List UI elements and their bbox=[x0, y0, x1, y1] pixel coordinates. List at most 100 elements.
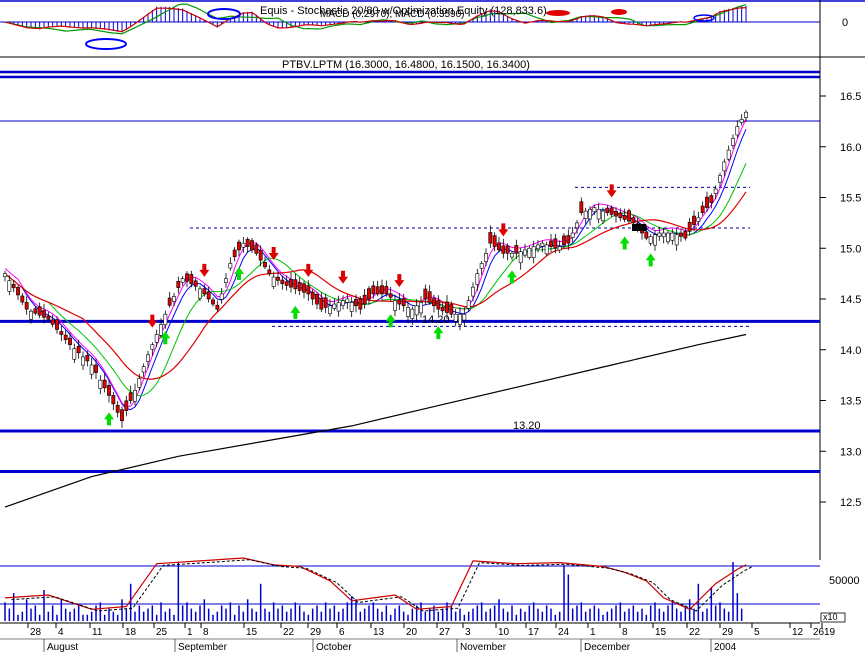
candle-body bbox=[449, 304, 454, 315]
candle-body bbox=[466, 300, 471, 309]
x-tick-label: 18 bbox=[125, 627, 137, 638]
candle-body bbox=[679, 232, 683, 237]
candle-body bbox=[124, 400, 129, 411]
candle-body bbox=[154, 334, 159, 343]
candle-body bbox=[618, 212, 623, 219]
candle-body bbox=[544, 244, 549, 255]
candle-body bbox=[700, 205, 705, 214]
x-tick-label: 28 bbox=[30, 627, 42, 638]
candle-body bbox=[458, 313, 462, 325]
candle-body bbox=[523, 249, 527, 256]
candle-body bbox=[232, 249, 237, 258]
candle-body bbox=[163, 313, 168, 326]
candle-body bbox=[189, 274, 194, 285]
candle-body bbox=[592, 207, 597, 213]
candle-body bbox=[622, 215, 627, 220]
candle-body bbox=[410, 308, 415, 319]
candle-body bbox=[718, 175, 722, 183]
candle-body bbox=[24, 302, 29, 310]
candle-body bbox=[29, 310, 33, 320]
y-tick-label: 12.5 bbox=[840, 497, 861, 509]
candle-body bbox=[193, 280, 198, 287]
x-month-label: September bbox=[178, 642, 228, 652]
candle-body bbox=[393, 300, 397, 311]
candle-body bbox=[614, 210, 618, 217]
candle-body bbox=[501, 245, 506, 254]
x-tick-label: 29 bbox=[310, 627, 322, 638]
x-tick-label: 3 bbox=[465, 627, 471, 638]
candle-body bbox=[206, 291, 211, 300]
candle-body bbox=[345, 298, 350, 303]
candle-body bbox=[284, 281, 289, 286]
candle-body bbox=[81, 356, 85, 366]
candle-body bbox=[367, 288, 371, 300]
candle-body bbox=[50, 319, 55, 325]
volume-axis-tick: 50000 bbox=[829, 575, 860, 587]
candle-body bbox=[159, 324, 163, 336]
x-month-label: 2004 bbox=[714, 642, 737, 652]
y-tick-label: 15.5 bbox=[840, 193, 861, 205]
candle-body bbox=[224, 278, 228, 283]
x-month-label: August bbox=[47, 642, 78, 652]
candle-body bbox=[141, 366, 146, 373]
stock-chart: Equis - Stochastic 20/80 w/Optimization … bbox=[0, 0, 865, 652]
candle-body bbox=[627, 210, 631, 222]
candle-body bbox=[414, 305, 419, 316]
candle-body bbox=[492, 235, 497, 247]
candle-body bbox=[631, 217, 636, 224]
macd-label: MACD (0.2970), MACD (0.3590) bbox=[320, 9, 465, 20]
candle-body bbox=[553, 238, 558, 249]
candle-body bbox=[540, 242, 545, 247]
candle-body bbox=[293, 279, 298, 290]
candle-body bbox=[644, 231, 649, 239]
candle-body bbox=[250, 240, 254, 251]
candle-body bbox=[666, 232, 670, 243]
candle-body bbox=[527, 247, 532, 258]
candle-body bbox=[436, 299, 441, 310]
candle-body bbox=[570, 232, 575, 238]
candle-body bbox=[267, 269, 272, 274]
candle-body bbox=[731, 137, 735, 146]
y-tick-label: 13.5 bbox=[840, 396, 861, 408]
price-panel-title: PTBV.LPTM (16.3000, 16.4800, 16.1500, 16… bbox=[282, 59, 530, 71]
candle-body bbox=[445, 301, 449, 313]
candle-body bbox=[588, 209, 592, 220]
candle-body bbox=[484, 253, 488, 262]
candle-body bbox=[349, 302, 354, 312]
x-tick-label: 25 bbox=[156, 627, 168, 638]
candle-body bbox=[20, 295, 25, 303]
candle-body bbox=[557, 246, 562, 251]
candle-body bbox=[362, 294, 367, 305]
candle-body bbox=[575, 222, 579, 229]
candle-body bbox=[510, 253, 514, 258]
y-tick-label: 14.5 bbox=[840, 294, 861, 306]
candle-body bbox=[380, 285, 384, 295]
candle-body bbox=[107, 385, 111, 396]
candle-body bbox=[531, 246, 536, 258]
candle-body bbox=[280, 279, 285, 285]
candle-body bbox=[289, 278, 293, 288]
candle-body bbox=[302, 283, 306, 293]
candle-body bbox=[440, 306, 445, 312]
equity-oval-3 bbox=[546, 10, 570, 16]
y-tick-label: 16.0 bbox=[840, 142, 861, 154]
x-tick-label: 29 bbox=[722, 627, 734, 638]
x-tick-label: 19 bbox=[824, 627, 836, 638]
candle-body bbox=[219, 293, 224, 300]
candle-body bbox=[427, 291, 432, 303]
candle-body bbox=[76, 345, 81, 354]
candle-body bbox=[55, 319, 59, 330]
candle-body bbox=[315, 294, 319, 305]
x-month-label: December bbox=[584, 642, 631, 652]
candle-body bbox=[605, 207, 610, 214]
support-label-2: 13.20 bbox=[513, 420, 541, 432]
candle-body bbox=[388, 293, 393, 298]
x-tick-label: 24 bbox=[558, 627, 570, 638]
candle-body bbox=[89, 364, 94, 375]
equity-oval-4 bbox=[611, 9, 627, 15]
candle-body bbox=[258, 250, 263, 261]
candle-body bbox=[432, 298, 436, 307]
y-tick-label: 15.0 bbox=[840, 243, 861, 255]
candle-body bbox=[319, 297, 324, 310]
candle-body bbox=[102, 379, 107, 389]
